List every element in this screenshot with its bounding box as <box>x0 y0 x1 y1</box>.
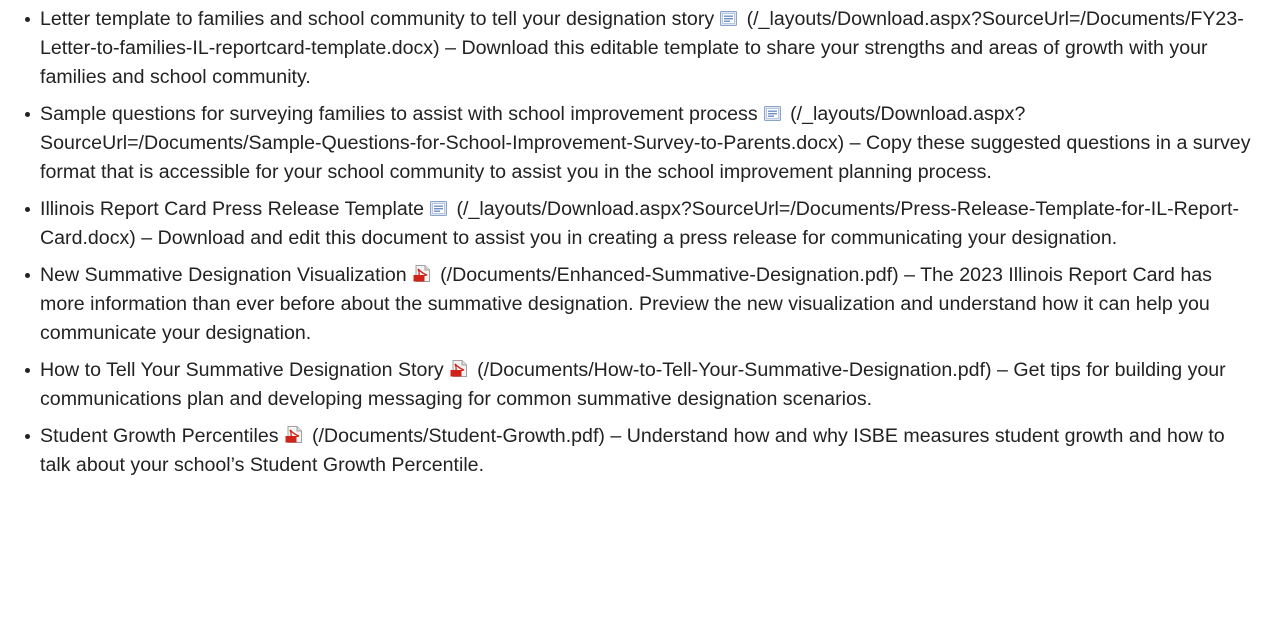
resource-title[interactable]: Illinois Report Card Press Release Templ… <box>40 198 424 220</box>
separator: – <box>996 359 1008 381</box>
resource-url: (/Documents/How-to-Tell-Your-Summative-D… <box>477 359 992 381</box>
word-doc-icon[interactable] <box>763 106 781 121</box>
separator: – <box>141 227 153 249</box>
separator: – <box>610 425 622 447</box>
resource-url: (/Documents/Enhanced-Summative-Designati… <box>440 264 899 286</box>
list-item: New Summative Designation Visualization … <box>25 261 1252 348</box>
resource-description: Download and edit this document to assis… <box>157 227 1118 249</box>
list-item: How to Tell Your Summative Designation S… <box>25 356 1252 414</box>
list-item: Student Growth Percentiles (/Documents/S… <box>25 422 1252 480</box>
pdf-icon[interactable] <box>285 426 303 443</box>
resource-title[interactable]: New Summative Designation Visualization <box>40 264 407 286</box>
resource-url: (/Documents/Student-Growth.pdf) <box>311 425 605 447</box>
resource-title[interactable]: Letter template to families and school c… <box>40 8 714 30</box>
list-item: Illinois Report Card Press Release Templ… <box>25 195 1252 253</box>
resource-list: Letter template to families and school c… <box>0 5 1252 480</box>
separator: – <box>445 37 456 59</box>
pdf-icon[interactable] <box>413 265 431 282</box>
word-doc-icon[interactable] <box>430 201 448 216</box>
resource-title[interactable]: Student Growth Percentiles <box>40 425 279 447</box>
separator: – <box>849 132 861 154</box>
list-item: Letter template to families and school c… <box>25 5 1252 92</box>
pdf-icon[interactable] <box>450 360 468 377</box>
resource-title[interactable]: Sample questions for surveying families … <box>40 103 758 125</box>
separator: – <box>904 264 915 286</box>
list-item: Sample questions for surveying families … <box>25 100 1252 187</box>
word-doc-icon[interactable] <box>720 11 738 26</box>
resource-title[interactable]: How to Tell Your Summative Designation S… <box>40 359 444 381</box>
